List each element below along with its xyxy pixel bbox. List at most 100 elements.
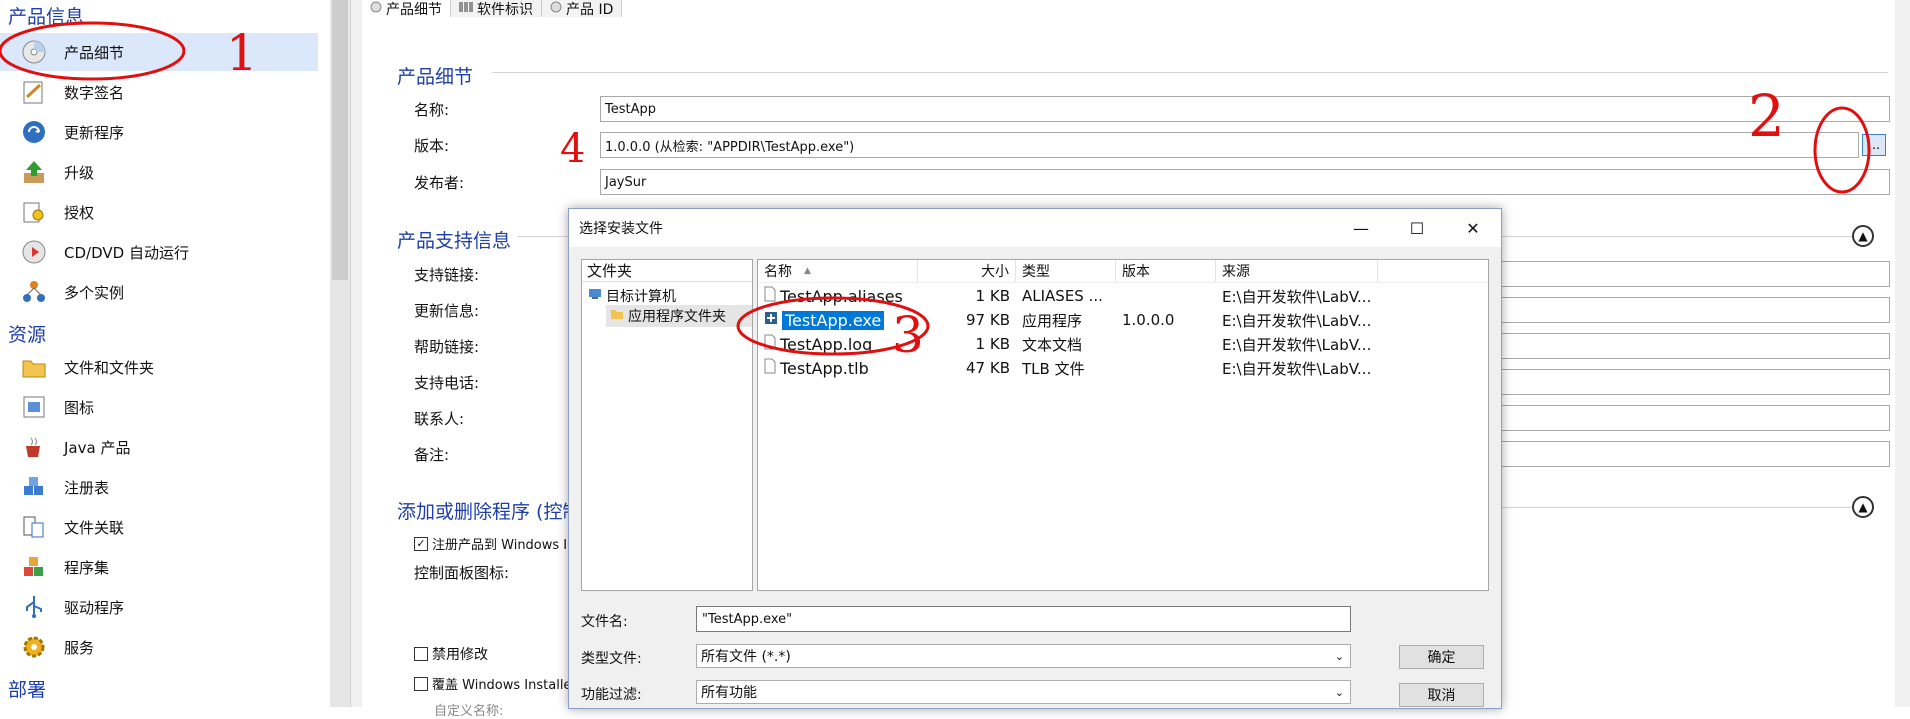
sidebar-item-autorun[interactable]: CD/DVD 自动运行 bbox=[0, 233, 318, 271]
file-type: 文本文档 bbox=[1022, 335, 1083, 354]
file-row[interactable]: TestApp.aliases 1 KB ALIASES ... E:\自开发软… bbox=[758, 284, 1478, 308]
filetype-label: 类型文件: bbox=[581, 651, 642, 667]
dialog-title: 选择安装文件 bbox=[579, 221, 663, 237]
comments-field[interactable] bbox=[1496, 441, 1890, 467]
file-row[interactable]: TestApp.log 1 KB 文本文档 E:\自开发软件\LabV... bbox=[758, 332, 1478, 356]
column-size[interactable]: 大小 bbox=[918, 260, 1016, 282]
main-scrollbar[interactable] bbox=[1895, 0, 1910, 707]
file-icon bbox=[764, 334, 776, 354]
sidebar-item-label: 图标 bbox=[64, 398, 95, 417]
column-name[interactable]: 名称 ▲ bbox=[758, 260, 918, 282]
disable-modify-row[interactable]: 禁用修改 bbox=[414, 644, 488, 664]
sidebar-item-label: 授权 bbox=[64, 203, 95, 222]
tab-label: 产品细节 bbox=[386, 1, 442, 18]
file-source: E:\自开发软件\LabV... bbox=[1222, 311, 1372, 330]
close-button[interactable]: ✕ bbox=[1445, 209, 1501, 247]
assembly-icon bbox=[20, 553, 48, 581]
tab-label: 产品 ID bbox=[566, 1, 614, 18]
filename-input[interactable]: "TestApp.exe" bbox=[696, 606, 1351, 632]
feature-select[interactable]: 所有功能 ⌄ bbox=[696, 680, 1351, 704]
register-checkbox[interactable]: ✓ bbox=[414, 536, 428, 551]
minimize-button[interactable]: — bbox=[1333, 209, 1389, 247]
sidebar: 产品信息 产品细节 数字签名 更新程序 升级 授权 CD/DVD 自动运行 多个… bbox=[0, 0, 330, 707]
browse-button[interactable]: ... bbox=[1862, 134, 1886, 156]
tree-item-target-computer[interactable]: 目标计算机 bbox=[588, 286, 676, 306]
tree-label: 应用程序文件夹 bbox=[628, 309, 726, 325]
name-label: 名称: bbox=[414, 101, 450, 119]
name-field[interactable]: TestApp bbox=[600, 96, 1890, 122]
sidebar-item-digital-signature[interactable]: 数字签名 bbox=[0, 73, 318, 111]
column-headers: 名称 ▲ 大小 类型 版本 来源 bbox=[758, 260, 1488, 283]
tab-product-id[interactable]: 产品 ID bbox=[542, 0, 623, 18]
control-panel-icon-label: 控制面板图标: bbox=[414, 564, 510, 582]
column-type[interactable]: 类型 bbox=[1016, 260, 1116, 282]
upgrade-arrow-icon bbox=[20, 158, 48, 186]
sidebar-item-label: CD/DVD 自动运行 bbox=[64, 243, 189, 262]
signature-icon bbox=[20, 78, 48, 106]
sidebar-item-updater[interactable]: 更新程序 bbox=[0, 113, 318, 151]
contact-field[interactable] bbox=[1496, 405, 1890, 431]
file-size: 1 KB bbox=[975, 287, 1010, 305]
registry-cubes-icon bbox=[20, 473, 48, 501]
disable-modify-checkbox[interactable] bbox=[414, 647, 428, 661]
help-link-field[interactable] bbox=[1496, 333, 1890, 359]
sidebar-item-label: 文件关联 bbox=[64, 518, 125, 537]
custom-name-label: 自定义名称: bbox=[434, 704, 504, 719]
sidebar-item-assemblies[interactable]: 程序集 bbox=[0, 548, 318, 586]
column-version[interactable]: 版本 bbox=[1116, 260, 1216, 282]
version-field[interactable]: 1.0.0.0 (从检索: "APPDIR\TestApp.exe") bbox=[600, 132, 1859, 158]
support-link-field[interactable] bbox=[1496, 261, 1890, 287]
sidebar-item-registry[interactable]: 注册表 bbox=[0, 468, 318, 506]
file-version bbox=[1122, 356, 1216, 380]
collapse-support-button[interactable]: ▲ bbox=[1852, 225, 1874, 247]
publisher-label: 发布者: bbox=[414, 174, 465, 192]
section-title-support: 产品支持信息 bbox=[397, 230, 512, 252]
instances-icon bbox=[20, 278, 48, 306]
sidebar-scroll-thumb[interactable] bbox=[332, 0, 348, 280]
update-info-field[interactable] bbox=[1496, 297, 1890, 323]
file-icon bbox=[764, 286, 776, 306]
sidebar-item-icons[interactable]: 图标 bbox=[0, 388, 318, 426]
support-link-label: 支持链接: bbox=[414, 266, 480, 284]
sidebar-item-file-association[interactable]: 文件关联 bbox=[0, 508, 318, 546]
column-source[interactable]: 来源 bbox=[1216, 260, 1378, 282]
sidebar-item-label: 程序集 bbox=[64, 558, 110, 577]
publisher-field[interactable]: JaySur bbox=[600, 169, 1890, 195]
tree-item-app-folder[interactable]: 应用程序文件夹 bbox=[606, 305, 752, 327]
override-checkbox[interactable] bbox=[414, 676, 428, 691]
sidebar-item-label: 产品细节 bbox=[64, 43, 125, 62]
ok-button[interactable]: 确定 bbox=[1399, 645, 1484, 669]
register-checkbox-row[interactable]: ✓ 注册产品到 Windows I bbox=[414, 534, 567, 553]
collapse-addremove-button[interactable]: ▲ bbox=[1852, 496, 1874, 518]
filename-label: 文件名: bbox=[581, 614, 628, 630]
section-title-addremove: 添加或删除程序 (控制 bbox=[397, 501, 582, 523]
maximize-button[interactable]: ☐ bbox=[1389, 209, 1445, 247]
cancel-button[interactable]: 取消 bbox=[1399, 683, 1484, 707]
file-association-icon bbox=[20, 513, 48, 541]
sort-asc-icon: ▲ bbox=[804, 266, 811, 276]
sidebar-item-drivers[interactable]: 驱动程序 bbox=[0, 588, 318, 626]
tab-software-id[interactable]: 软件标识 bbox=[451, 0, 542, 18]
disable-modify-label: 禁用修改 bbox=[432, 647, 488, 663]
tab-product-details[interactable]: 产品细节 bbox=[362, 0, 451, 18]
file-name: TestApp.exe bbox=[782, 310, 885, 330]
sidebar-item-services[interactable]: 服务 bbox=[0, 628, 318, 666]
file-source: E:\自开发软件\LabV... bbox=[1222, 335, 1372, 354]
section-product-info: 产品信息 bbox=[8, 6, 85, 28]
sidebar-item-java[interactable]: Java 产品 bbox=[0, 428, 318, 466]
close-icon: ✕ bbox=[1466, 218, 1480, 238]
sidebar-item-license[interactable]: 授权 bbox=[0, 193, 318, 231]
sidebar-item-product-details[interactable]: 产品细节 bbox=[0, 33, 318, 71]
file-row[interactable]: TestApp.tlb 47 KB TLB 文件 E:\自开发软件\LabV..… bbox=[758, 356, 1478, 380]
file-row-selected[interactable]: TestApp.exe 97 KB 应用程序 1.0.0.0 E:\自开发软件\… bbox=[758, 308, 1478, 332]
update-info-label: 更新信息: bbox=[414, 302, 480, 320]
override-row[interactable]: 覆盖 Windows Installer bbox=[414, 674, 577, 693]
sidebar-item-multiple-instances[interactable]: 多个实例 bbox=[0, 273, 318, 311]
filetype-select[interactable]: 所有文件 (*.*) ⌄ bbox=[696, 644, 1351, 668]
support-phone-field[interactable] bbox=[1496, 369, 1890, 395]
override-label: 覆盖 Windows Installer bbox=[432, 678, 577, 693]
barcode-icon bbox=[459, 1, 473, 17]
sidebar-item-upgrade[interactable]: 升级 bbox=[0, 153, 318, 191]
feature-label: 功能过滤: bbox=[581, 687, 642, 703]
sidebar-item-files-folders[interactable]: 文件和文件夹 bbox=[0, 348, 318, 386]
